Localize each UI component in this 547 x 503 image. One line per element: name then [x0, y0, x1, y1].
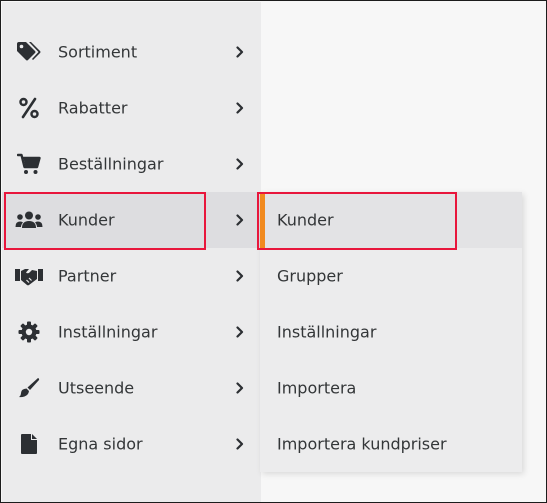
app-frame: Sortiment Rabatter Beställningar Kunder … — [0, 0, 547, 503]
sidebar-item-rabatter[interactable]: Rabatter — [2, 80, 261, 136]
sidebar-item-installningar[interactable]: Inställningar — [2, 304, 261, 360]
sidebar-item-label: Utseende — [58, 378, 135, 398]
sidebar-item-label: Beställningar — [58, 154, 164, 174]
sidebar-item-label: Kunder — [58, 210, 115, 230]
active-indicator — [260, 192, 265, 248]
tag-icon — [15, 38, 43, 66]
chevron-right-icon — [234, 381, 246, 395]
submenu-item-importera[interactable]: Importera — [260, 360, 522, 416]
chevron-right-icon — [234, 101, 246, 115]
chevron-right-icon — [234, 325, 246, 339]
submenu-item-label: Inställningar — [277, 322, 377, 342]
percent-icon — [15, 94, 43, 122]
chevron-right-icon — [234, 45, 246, 59]
sidebar-item-label: Inställningar — [58, 322, 158, 342]
sidebar-item-partner[interactable]: Partner — [2, 248, 261, 304]
gear-icon — [15, 318, 43, 346]
submenu-item-installningar[interactable]: Inställningar — [260, 304, 522, 360]
sidebar-item-utseende[interactable]: Utseende — [2, 360, 261, 416]
users-icon — [15, 206, 43, 234]
sidebar-item-label: Egna sidor — [58, 434, 143, 454]
submenu-item-label: Kunder — [277, 210, 334, 230]
chevron-right-icon — [234, 157, 246, 171]
kunder-submenu: Kunder Grupper Inställningar Importera I… — [260, 192, 522, 472]
sidebar-item-label: Partner — [58, 266, 117, 286]
submenu-item-grupper[interactable]: Grupper — [260, 248, 522, 304]
submenu-item-kunder[interactable]: Kunder — [260, 192, 522, 248]
sidebar-item-sortiment[interactable]: Sortiment — [2, 24, 261, 80]
sidebar: Sortiment Rabatter Beställningar Kunder … — [2, 2, 261, 502]
submenu-item-label: Importera kundpriser — [277, 434, 447, 454]
sidebar-item-label: Rabatter — [58, 98, 128, 118]
sidebar-item-bestallningar[interactable]: Beställningar — [2, 136, 261, 192]
submenu-item-importera-kundpriser[interactable]: Importera kundpriser — [260, 416, 522, 472]
submenu-item-label: Grupper — [277, 266, 343, 286]
chevron-right-icon — [234, 269, 246, 283]
cart-icon — [15, 150, 43, 178]
sidebar-item-egna-sidor[interactable]: Egna sidor — [2, 416, 261, 472]
chevron-right-icon — [234, 437, 246, 451]
paintbrush-icon — [15, 374, 43, 402]
submenu-item-label: Importera — [277, 378, 357, 398]
sidebar-item-label: Sortiment — [58, 42, 138, 62]
chevron-right-icon — [234, 213, 246, 227]
file-icon — [15, 430, 43, 458]
handshake-icon — [15, 262, 43, 290]
sidebar-item-kunder[interactable]: Kunder — [2, 192, 261, 248]
